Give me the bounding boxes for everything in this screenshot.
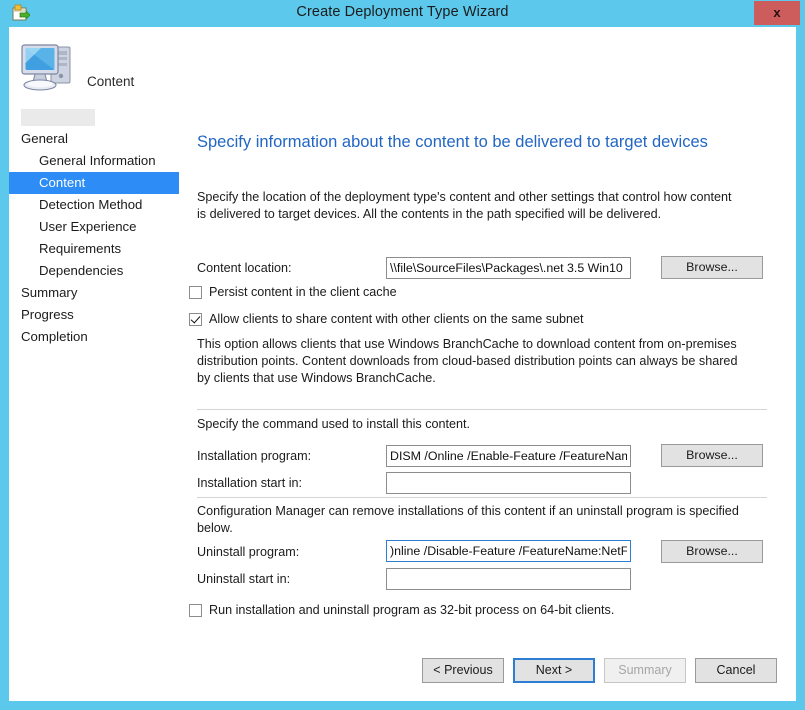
uninstall-program-input[interactable] [386,540,631,562]
cancel-button[interactable]: Cancel [695,658,777,683]
window-title: Create Deployment Type Wizard [296,4,509,20]
uninstall-section-note: Configuration Manager can remove install… [197,504,739,535]
install-section-note: Specify the command used to install this… [197,417,471,431]
content-location-input[interactable] [386,257,631,279]
run-32bit-label: Run installation and uninstall program a… [209,603,615,617]
persist-content-checkbox-row[interactable]: Persist content in the client cache [189,285,397,299]
share-content-checkbox-row[interactable]: Allow clients to share content with othe… [189,312,584,326]
sidebar-item-detection-method[interactable]: Detection Method [9,194,179,216]
wizard-footer: < Previous Next > Summary Cancel [9,639,796,701]
wizard-window: Create Deployment Type Wizard x Content … [0,0,805,710]
intro-paragraph: Specify the location of the deployment t… [197,190,732,221]
sidebar-item-summary[interactable]: Summary [9,282,179,304]
persist-content-label: Persist content in the client cache [209,285,397,299]
sidebar-item-content[interactable]: Content [9,172,179,194]
title-bar: Create Deployment Type Wizard x [0,0,805,27]
content-location-browse-button[interactable]: Browse... [661,256,763,279]
installation-program-input[interactable] [386,445,631,467]
sidebar-nav: General General Information Content Dete… [9,128,179,348]
client-area: Content General General Information Cont… [9,27,796,701]
page-title: Specify information about the content to… [197,133,708,151]
uninstall-start-in-input[interactable] [386,568,631,590]
installation-program-browse-button[interactable]: Browse... [661,444,763,467]
sidebar-item-user-experience[interactable]: User Experience [9,216,179,238]
wizard-sidebar: General General Information Content Dete… [9,109,179,701]
installation-program-label: Installation program: [197,449,312,463]
installation-start-in-input[interactable] [386,472,631,494]
sidebar-item-general-information[interactable]: General Information [9,150,179,172]
separator-install [197,409,767,410]
summary-button: Summary [604,658,686,683]
close-button[interactable]: x [754,1,800,25]
persist-content-checkbox[interactable] [189,285,202,299]
sidebar-item-progress[interactable]: Progress [9,304,179,326]
sidebar-item-completion[interactable]: Completion [9,326,179,348]
uninstall-program-label: Uninstall program: [197,545,300,559]
computer-icon [17,37,81,97]
uninstall-start-in-label: Uninstall start in: [197,572,291,586]
uninstall-program-browse-button[interactable]: Browse... [661,540,763,563]
share-content-label: Allow clients to share content with othe… [209,312,584,326]
previous-button[interactable]: < Previous [422,658,504,683]
run-32bit-checkbox-row[interactable]: Run installation and uninstall program a… [189,603,614,617]
branchcache-note: This option allows clients that use Wind… [197,337,738,385]
run-32bit-checkbox[interactable] [189,603,202,617]
sidebar-top-block [21,109,95,126]
sidebar-item-dependencies[interactable]: Dependencies [9,260,179,282]
next-button[interactable]: Next > [513,658,595,683]
content-location-label: Content location: [197,261,292,275]
sidebar-item-general[interactable]: General [9,128,179,150]
installation-start-in-label: Installation start in: [197,476,302,490]
main-pane: Specify information about the content to… [179,109,796,701]
header-title: Content [87,74,135,89]
sidebar-item-requirements[interactable]: Requirements [9,238,179,260]
share-content-checkbox[interactable] [189,312,202,326]
wizard-header: Content [9,27,796,109]
separator-uninstall [197,497,767,498]
